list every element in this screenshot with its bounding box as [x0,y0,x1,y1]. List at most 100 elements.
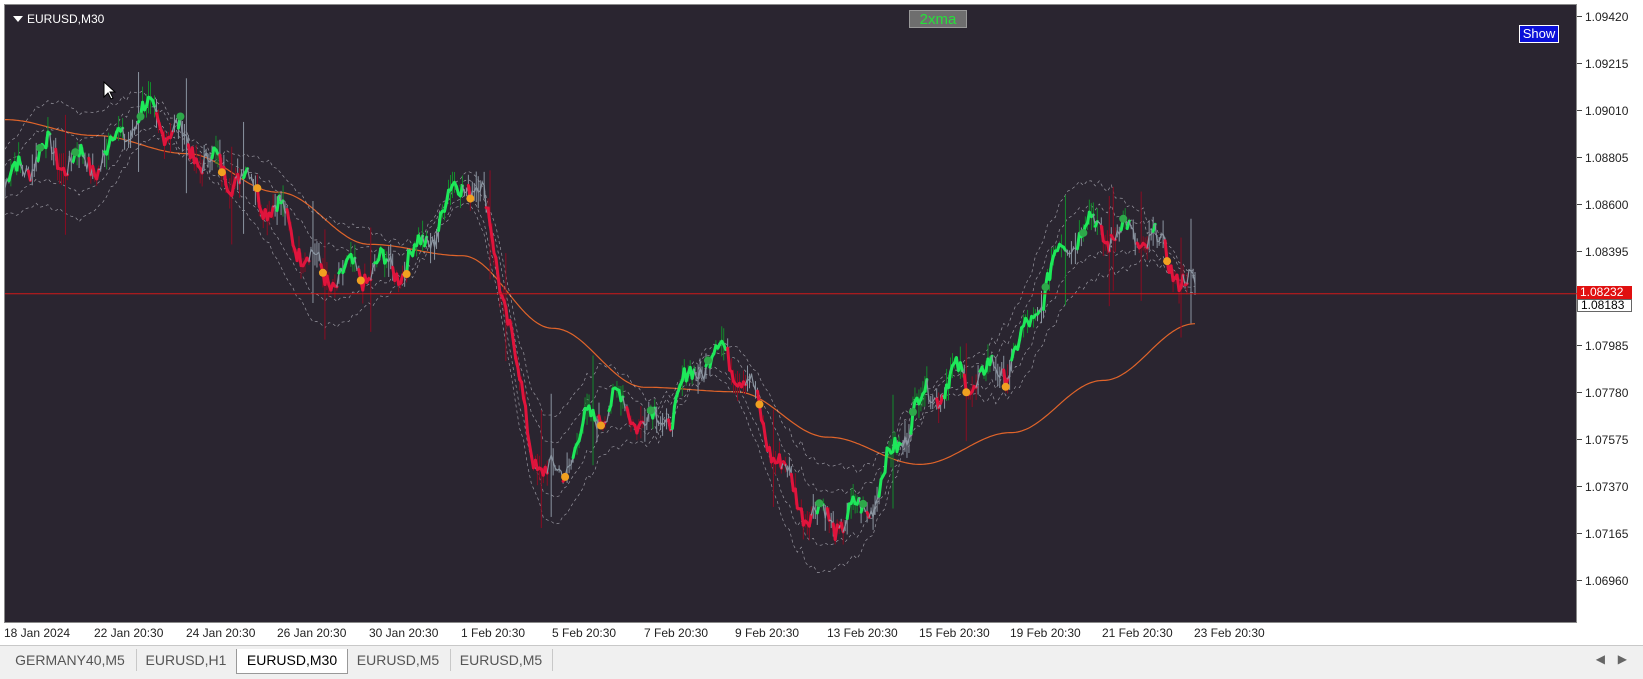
trend-line-segment [724,344,726,349]
price-scale-tick [1577,16,1582,17]
price-scale[interactable]: 1.09420 1.09215 1.09010 1.08805 1.08600 1.083… [1577,4,1643,623]
envelope-line [5,104,1195,495]
time-axis[interactable]: 18 Jan 202422 Jan 20:3024 Jan 20:3026 Ja… [4,623,1577,645]
trend-line-segment [460,186,462,196]
trend-line-segment [277,196,279,210]
price-scale-label: 1.07780 [1585,386,1628,400]
price-scale-label: 1.07165 [1585,527,1628,541]
trend-line-segment [439,214,441,231]
trend-line-segment [937,399,939,408]
trend-line-segment [19,157,21,165]
time-axis-label: 1 Feb 20:30 [461,626,525,640]
price-scale-label: 1.08600 [1585,198,1628,212]
sell-signal-marker [403,270,411,278]
trend-line-segment [232,185,234,195]
price-scale-label: 1.09420 [1585,10,1628,24]
time-axis-label: 15 Feb 20:30 [919,626,990,640]
trend-line-segment [692,370,694,379]
trend-line-segment [498,276,500,293]
collapse-triangle-icon[interactable] [13,16,23,22]
show-button[interactable]: Show [1519,25,1559,43]
price-scale-label: 1.08805 [1585,151,1628,165]
buy-signal-marker [1119,215,1127,223]
price-scale-tick [1577,533,1582,534]
price-scale-tick [1577,345,1582,346]
price-scale-label: 1.09010 [1585,104,1628,118]
buy-signal-marker [36,144,44,152]
sell-signal-marker [755,400,763,408]
bid-price-label: 1.08183 [1577,299,1632,312]
trend-line-segment [248,169,250,179]
trend-line-segment [67,156,69,174]
trend-line-segment [593,410,595,420]
trend-line-segment [512,330,514,344]
trend-line-segment [522,382,524,399]
time-axis-label: 22 Jan 20:30 [94,626,163,640]
price-scale-label: 1.08395 [1585,245,1628,259]
trend-line-segment [1181,275,1183,287]
envelope-line [5,126,1195,546]
trend-line-segment [674,396,676,406]
current-price-label: 1.08232 [1577,286,1632,299]
time-axis-label: 21 Feb 20:30 [1102,626,1173,640]
trend-line-segment [216,150,218,154]
trend-line-segment [490,225,492,237]
sell-signal-marker [218,168,226,176]
trend-line-segment [401,275,403,284]
price-scale-tick [1577,110,1582,111]
trend-line-segment [299,249,301,265]
mouse-cursor-icon [103,81,117,101]
tab-eurusd-m30[interactable]: EURUSD,M30 [236,649,348,674]
indicator-badge[interactable]: 2xma [909,10,967,28]
trend-line-segment [287,209,289,221]
price-scale-tick [1577,439,1582,440]
scroll-right-icon[interactable]: ▶ [1618,652,1627,666]
sell-signal-marker [1002,383,1010,391]
time-axis-label: 13 Feb 20:30 [827,626,898,640]
buy-signal-marker [647,406,655,414]
trend-line-segment [607,411,609,422]
trend-line-segment [669,420,671,430]
tab-eurusd-m5[interactable]: EURUSD,M5 [346,649,451,671]
buy-signal-marker [71,148,79,156]
symbol-title[interactable]: EURUSD,M30 [13,12,104,26]
chart-area[interactable]: EURUSD,M30 2xma Show [4,4,1577,623]
trend-line-segment [234,178,236,186]
trend-line-segment [496,258,498,276]
sell-signal-marker [357,277,365,285]
scroll-left-icon[interactable]: ◀ [1596,652,1605,666]
time-axis-label: 9 Feb 20:30 [735,626,799,640]
trend-line-segment [795,489,797,508]
trend-line-segment [447,190,449,202]
trend-line-segment [949,372,951,387]
price-scale-label: 1.09215 [1585,57,1628,71]
price-scale-label: 1.07985 [1585,339,1628,353]
tab-germany40-m5[interactable]: GERMANY40,M5 [4,649,137,671]
tab-eurusd-h1[interactable]: EURUSD,H1 [136,649,237,671]
trend-line-segment [581,422,583,432]
trend-line-segment [514,344,516,359]
price-scale-tick [1577,157,1582,158]
trend-line-segment [732,372,734,382]
sell-signal-marker [319,269,327,277]
time-axis-label: 23 Feb 20:30 [1194,626,1265,640]
price-chart[interactable] [5,5,1578,624]
trend-line-segment [941,396,943,404]
price-scale-label: 1.07575 [1585,433,1628,447]
trend-line-segment [97,170,99,179]
tab-eurusd-m5[interactable]: EURUSD,M5 [450,649,553,671]
trend-line-segment [309,249,311,261]
slow-ma-line [5,120,1195,465]
trend-line-segment [81,146,83,156]
trend-line-segment [847,504,849,519]
trend-line-segment [960,363,962,371]
trend-line-segment [46,132,48,148]
buy-signal-marker [1042,283,1050,291]
sell-signal-marker [466,195,474,203]
trend-line-segment [425,237,427,246]
trend-line-segment [518,367,520,380]
price-scale-tick [1577,251,1582,252]
trend-line-segment [1127,221,1129,228]
price-scale-label: 1.07370 [1585,480,1628,494]
trend-line-segment [25,168,27,175]
